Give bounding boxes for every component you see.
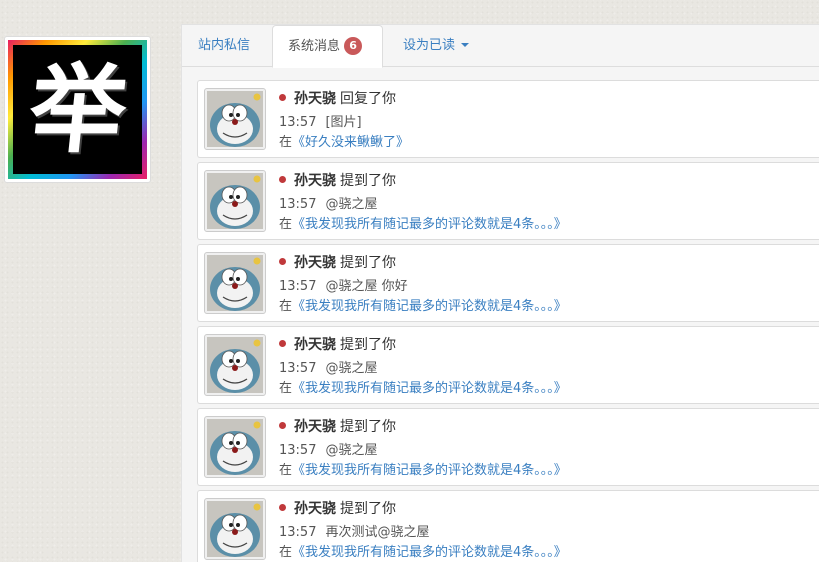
notification-action: 提到了你: [340, 419, 396, 435]
post-title-link[interactable]: 《我发现我所有随记最多的评论数就是4条。。。》: [292, 217, 567, 232]
doraemon-avatar-icon: [207, 255, 263, 311]
notification-action: 提到了你: [340, 501, 396, 517]
notification-item: 孙天骁 提到了你 13:57 @骁之屋 在《我发现我所有随记最多的评论数就是4条。。…: [197, 326, 819, 404]
post-title-link[interactable]: 《我发现我所有随记最多的评论数就是4条。。。》: [292, 463, 567, 478]
notification-prefix: 在: [279, 135, 293, 150]
user-name-link[interactable]: 孙天骁: [294, 501, 336, 517]
doraemon-avatar-icon: [207, 91, 263, 147]
caret-down-icon: [461, 43, 470, 47]
notification-content: @骁之屋 你好: [325, 279, 408, 294]
notification-action: 提到了你: [340, 255, 396, 271]
unread-count-badge: 6: [344, 37, 363, 55]
doraemon-avatar-icon: [207, 501, 263, 557]
notification-action: 提到了你: [340, 173, 396, 189]
post-title-link[interactable]: 《我发现我所有随记最多的评论数就是4条。。。》: [292, 381, 567, 396]
doraemon-avatar-icon: [207, 173, 263, 229]
notification-time: 13:57: [279, 279, 317, 294]
unread-dot-icon: [279, 340, 286, 347]
notification-content: [图片]: [325, 115, 362, 130]
notification-item: 孙天骁 回复了你 13:57 [图片] 在《好久没来鳅鳅了》: [197, 80, 819, 158]
tab-inbox-label: 站内私信: [198, 38, 251, 53]
user-name-link[interactable]: 孙天骁: [294, 337, 336, 353]
notification-time: 13:57: [279, 197, 317, 212]
avatar-glyph: 举: [23, 52, 132, 166]
post-title-link[interactable]: 《好久没来鳅鳅了》: [292, 135, 409, 150]
post-title-link[interactable]: 《我发现我所有随记最多的评论数就是4条。。。》: [292, 545, 567, 560]
notification-action: 回复了你: [340, 91, 396, 107]
user-avatar[interactable]: [204, 88, 266, 150]
tab-system-messages[interactable]: 系统消息 6: [272, 25, 383, 68]
notification-time: 13:57: [279, 361, 317, 376]
notification-prefix: 在: [279, 299, 293, 314]
notification-prefix: 在: [279, 381, 293, 396]
notification-item: 孙天骁 提到了你 13:57 再次测试@骁之屋 在《我发现我所有随记最多的评论数就是…: [197, 490, 819, 562]
notification-time: 13:57: [279, 525, 317, 540]
mark-as-read-dropdown[interactable]: 设为已读: [403, 25, 470, 67]
user-name-link[interactable]: 孙天骁: [294, 91, 336, 107]
user-avatar[interactable]: [204, 252, 266, 314]
notification-prefix: 在: [279, 545, 293, 560]
user-name-link[interactable]: 孙天骁: [294, 255, 336, 271]
notification-content: @骁之屋: [325, 361, 378, 376]
user-avatar[interactable]: [204, 498, 266, 560]
doraemon-avatar-icon: [207, 419, 263, 475]
user-avatar[interactable]: [204, 334, 266, 396]
notification-item: 孙天骁 提到了你 13:57 @骁之屋 在《我发现我所有随记最多的评论数就是4条。。…: [197, 162, 819, 240]
notification-item: 孙天骁 提到了你 13:57 @骁之屋 在《我发现我所有随记最多的评论数就是4条。。…: [197, 408, 819, 486]
notification-content: 再次测试@骁之屋: [325, 525, 430, 540]
tab-system-label: 系统消息: [288, 39, 341, 54]
notification-action: 提到了你: [340, 337, 396, 353]
unread-dot-icon: [279, 422, 286, 429]
notification-prefix: 在: [279, 217, 293, 232]
notification-time: 13:57: [279, 443, 317, 458]
tab-inbox[interactable]: 站内私信: [198, 25, 250, 67]
unread-dot-icon: [279, 176, 286, 183]
user-name-link[interactable]: 孙天骁: [294, 419, 336, 435]
message-panel: 站内私信 系统消息 6 设为已读 孙天骁 回复了你 13:57 [图片] 在《好…: [181, 24, 819, 562]
notification-content: @骁之屋: [325, 443, 378, 458]
unread-dot-icon: [279, 504, 286, 511]
message-tabs: 站内私信 系统消息 6 设为已读: [182, 25, 819, 68]
profile-avatar-image: 举: [8, 40, 147, 179]
notification-prefix: 在: [279, 463, 293, 478]
user-avatar[interactable]: [204, 170, 266, 232]
user-name-link[interactable]: 孙天骁: [294, 173, 336, 189]
unread-dot-icon: [279, 94, 286, 101]
notification-content: @骁之屋: [325, 197, 378, 212]
user-avatar[interactable]: [204, 416, 266, 478]
notification-time: 13:57: [279, 115, 317, 130]
post-title-link[interactable]: 《我发现我所有随记最多的评论数就是4条。。。》: [292, 299, 567, 314]
doraemon-avatar-icon: [207, 337, 263, 393]
mark-as-read-label: 设为已读: [403, 38, 456, 53]
notification-item: 孙天骁 提到了你 13:57 @骁之屋 你好 在《我发现我所有随记最多的评论数就是4…: [197, 244, 819, 322]
unread-dot-icon: [279, 258, 286, 265]
profile-avatar[interactable]: 举: [4, 36, 151, 183]
notification-list: 孙天骁 回复了你 13:57 [图片] 在《好久没来鳅鳅了》 孙天骁 提到了你 …: [197, 80, 819, 562]
